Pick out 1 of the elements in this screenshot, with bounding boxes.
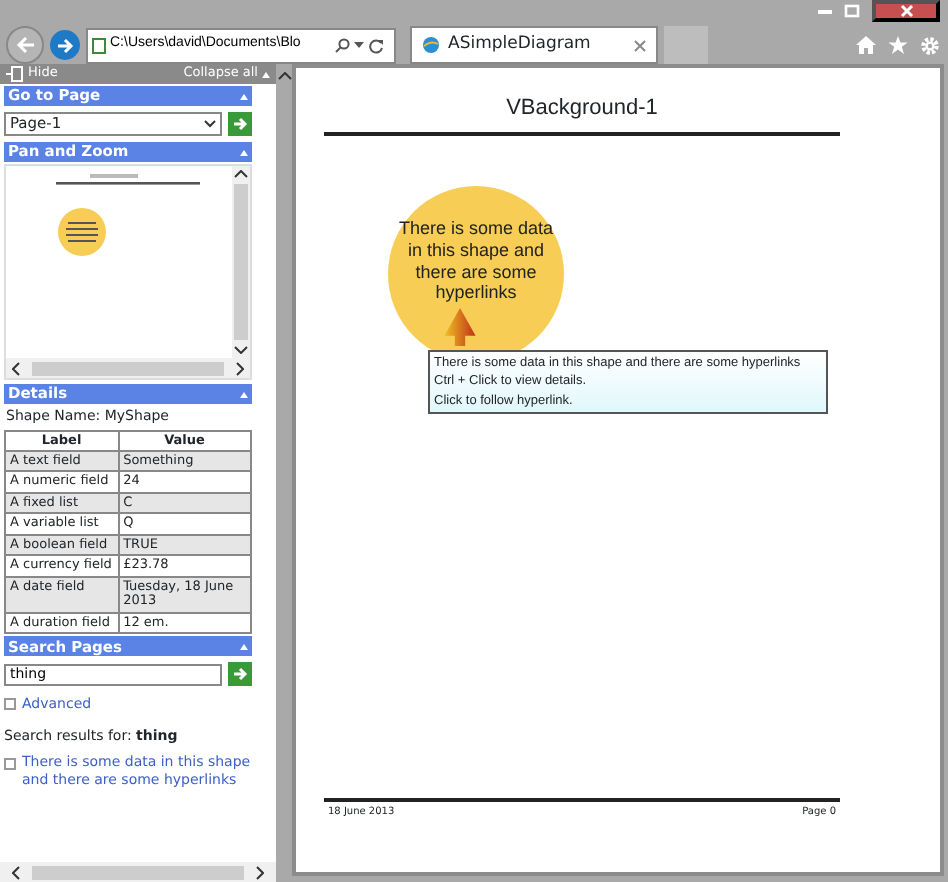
- page-title: VBackground-1: [504, 94, 660, 124]
